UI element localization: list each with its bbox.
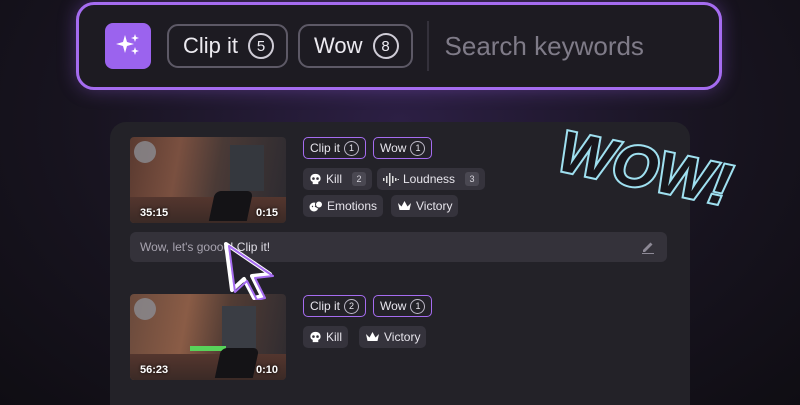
edit-pencil-icon[interactable] xyxy=(641,240,655,254)
event-tag-kill[interactable]: Kill 2 xyxy=(303,168,373,190)
crown-icon xyxy=(366,332,379,341)
event-tag-emotions[interactable]: Emotions xyxy=(303,195,384,217)
keyword-tag-clip-it[interactable]: Clip it 2 xyxy=(303,295,367,317)
clip-duration: 0:10 xyxy=(255,364,278,376)
divider xyxy=(426,21,429,71)
emotions-icon xyxy=(309,200,323,211)
mouse-cursor-icon xyxy=(224,242,274,300)
video-thumbnail[interactable]: 56:23 0:10 xyxy=(130,294,286,380)
event-tag-victory[interactable]: Victory xyxy=(359,326,427,348)
keyword-tag-wow[interactable]: Wow 1 xyxy=(373,137,433,159)
comment-field[interactable]: Wow, let's goooo! Clip it! xyxy=(130,232,667,262)
video-thumbnail[interactable]: 35:15 0:15 xyxy=(130,137,286,223)
event-tag-loudness[interactable]: Loudness 3 xyxy=(377,168,486,190)
search-input[interactable] xyxy=(444,30,705,62)
sparkles-icon[interactable] xyxy=(105,23,151,69)
event-count: 3 xyxy=(465,172,480,186)
chip-label: Clip it xyxy=(183,33,239,58)
timestamp: 56:23 xyxy=(140,364,169,376)
timestamp: 35:15 xyxy=(140,207,169,219)
waveform-icon xyxy=(383,172,399,186)
event-count: 2 xyxy=(352,172,367,186)
clip-duration: 0:15 xyxy=(255,207,278,219)
event-tag-kill[interactable]: Kill xyxy=(303,326,349,348)
minimap xyxy=(134,298,156,320)
chip-label: Wow xyxy=(314,33,363,58)
skull-icon xyxy=(310,173,321,184)
skull-icon xyxy=(310,331,321,342)
keyword-tag-wow[interactable]: Wow 1 xyxy=(373,295,433,317)
event-tag-victory[interactable]: Victory xyxy=(391,195,459,217)
keyword-tag-clip-it[interactable]: Clip it 1 xyxy=(303,137,367,159)
keyword-chip-wow[interactable]: Wow 8 xyxy=(298,24,413,68)
crown-icon xyxy=(398,201,411,210)
tag-count: 1 xyxy=(344,140,360,156)
comment-prefix: Wow, let's goooo xyxy=(140,240,231,254)
tag-count: 1 xyxy=(410,140,426,156)
keyword-search-bar: Clip it 5 Wow 8 xyxy=(76,2,722,90)
chip-count: 8 xyxy=(372,33,399,59)
tag-count: 1 xyxy=(410,298,426,314)
minimap xyxy=(134,141,156,163)
tag-count: 2 xyxy=(344,298,360,314)
keyword-chip-clip-it[interactable]: Clip it 5 xyxy=(167,24,289,68)
chip-count: 5 xyxy=(248,33,275,59)
